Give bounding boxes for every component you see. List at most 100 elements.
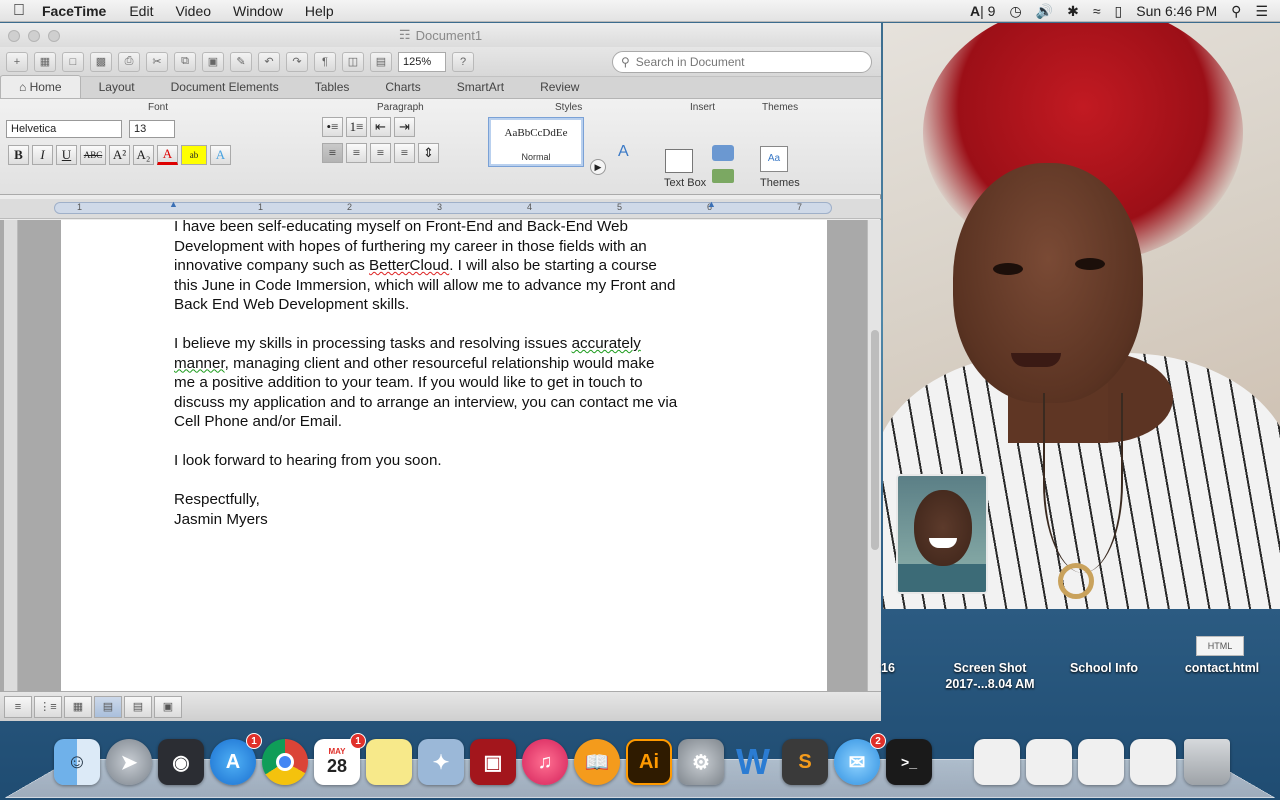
bluetooth-icon[interactable]: ✱ [1067, 3, 1079, 20]
undo-icon[interactable]: ↶ [258, 51, 280, 72]
word-icon[interactable]: W [730, 739, 776, 785]
themes-label[interactable]: Themes [760, 177, 800, 189]
horizontal-ruler[interactable]: 1 1 2 3 4 5 6 7 ▲ ▲ [54, 199, 832, 214]
superscript-icon[interactable]: A² [109, 145, 130, 165]
text-box-label[interactable]: Text Box [664, 177, 706, 189]
format-painter-icon[interactable]: ✎ [230, 51, 252, 72]
recent-window-icon[interactable] [1130, 739, 1176, 785]
style-normal[interactable]: AaBbCcDdEe Normal [488, 117, 584, 167]
align-center-icon[interactable]: ≡ [346, 143, 367, 163]
desktop-icon-contact-html[interactable]: contact.html [1172, 660, 1272, 676]
itunes-icon[interactable]: ♫ [522, 739, 568, 785]
misspelled-word[interactable]: BetterCloud [369, 257, 449, 274]
full-screen-view-icon[interactable]: ▣ [154, 695, 182, 718]
notebook-view-icon[interactable]: ▤ [124, 695, 152, 718]
picture-icon[interactable] [712, 169, 734, 183]
increase-indent-icon[interactable]: ⇥ [394, 117, 415, 137]
self-view-pip[interactable] [896, 474, 988, 594]
pdf-document-icon[interactable] [974, 739, 1020, 785]
save-icon[interactable]: ▩ [90, 51, 112, 72]
numbering-icon[interactable]: 1≡ [346, 117, 367, 137]
sublime-text-icon[interactable]: S [782, 739, 828, 785]
app-store-icon[interactable]: A1 [210, 733, 262, 785]
menu-help[interactable]: Help [294, 3, 345, 19]
highlight-icon[interactable]: ab [181, 145, 207, 165]
copy-icon[interactable]: ⧉ [174, 51, 196, 72]
tab-charts[interactable]: Charts [367, 76, 438, 98]
help-icon[interactable]: ? [452, 51, 474, 72]
wifi-icon[interactable]: ≈ [1093, 3, 1101, 19]
italic-button[interactable]: I [32, 145, 53, 165]
stickies-icon[interactable] [366, 739, 412, 785]
calendar-icon[interactable]: MAY 28 1 [314, 733, 366, 785]
photo-booth-icon[interactable]: ◉ [158, 739, 204, 785]
font-color-icon[interactable]: A [157, 145, 178, 165]
terminal-icon[interactable]: >_ [886, 739, 932, 785]
subscript-icon[interactable]: A₂ [133, 145, 154, 165]
font-name-select[interactable]: Helvetica [6, 120, 122, 138]
font-size-select[interactable]: 13 [129, 120, 175, 138]
system-preferences-icon[interactable]: ⚙ [678, 739, 724, 785]
desktop-icon-label[interactable]: 16 [878, 660, 898, 676]
messages-icon[interactable]: ✉ 2 [834, 733, 886, 785]
tab-smartart[interactable]: SmartArt [439, 76, 522, 98]
templates-icon[interactable]: ▦ [34, 51, 56, 72]
volume-icon[interactable]: 🔊 [1036, 3, 1053, 20]
text-effects-icon[interactable]: A [210, 145, 231, 165]
shapes-icon[interactable] [712, 145, 734, 161]
outline-view-icon[interactable]: ⋮≡ [34, 695, 62, 718]
menu-app-name[interactable]: FaceTime [38, 3, 118, 19]
bold-button[interactable]: B [8, 145, 29, 165]
time-machine-icon[interactable]: ◷ [1009, 3, 1021, 20]
align-right-icon[interactable]: ≡ [370, 143, 391, 163]
gallery-icon[interactable]: ▤ [370, 51, 392, 72]
sidebar-icon[interactable]: ◫ [342, 51, 364, 72]
spotlight-icon[interactable]: ⚲ [1231, 3, 1241, 20]
apple-icon[interactable]:  [0, 2, 38, 20]
scroll-thumb[interactable] [871, 330, 879, 550]
chrome-icon[interactable] [262, 739, 308, 785]
close-button[interactable] [8, 30, 20, 42]
styles-next-icon[interactable]: ▶ [590, 159, 606, 175]
html-file-icon[interactable]: HTML [1196, 636, 1244, 656]
zoom-select[interactable]: 125% [398, 51, 446, 72]
print-layout-view-icon[interactable]: ▤ [94, 695, 122, 718]
menu-video[interactable]: Video [164, 3, 222, 19]
bullets-icon[interactable]: •≡ [322, 117, 343, 137]
tab-document-elements[interactable]: Document Elements [153, 76, 297, 98]
vertical-scrollbar[interactable] [867, 220, 881, 713]
justify-icon[interactable]: ≡ [394, 143, 415, 163]
draft-view-icon[interactable]: ≡ [4, 695, 32, 718]
open-icon[interactable]: □ [62, 51, 84, 72]
publishing-view-icon[interactable]: ▦ [64, 695, 92, 718]
line-spacing-icon[interactable]: ⇕ [418, 143, 439, 163]
align-left-icon[interactable]: ≡ [322, 143, 343, 163]
text-styles-icon[interactable]: A [618, 143, 629, 161]
right-indent-marker-icon[interactable]: ▲ [707, 199, 716, 209]
print-icon[interactable]: ⎙ [118, 51, 140, 72]
show-formatting-icon[interactable]: ¶ [314, 51, 336, 72]
document-body[interactable]: I have been self-educating myself on Fro… [174, 220, 734, 529]
trash-icon[interactable] [1184, 739, 1230, 785]
minimize-button[interactable] [28, 30, 40, 42]
search-input[interactable]: ⚲ Search in Document [612, 51, 872, 73]
underline-button[interactable]: U [56, 145, 77, 165]
desktop-icon-school-info[interactable]: School Info [1058, 660, 1150, 676]
menu-edit[interactable]: Edit [118, 3, 164, 19]
zoom-button[interactable] [48, 30, 60, 42]
preview-icon[interactable]: ✦ [418, 739, 464, 785]
illustrator-icon[interactable]: Ai [626, 739, 672, 785]
strikethrough-button[interactable]: ABC [80, 145, 106, 165]
recent-window-icon[interactable] [1026, 739, 1072, 785]
tab-review[interactable]: Review [522, 76, 597, 98]
decrease-indent-icon[interactable]: ⇤ [370, 117, 391, 137]
desktop-icon-screenshot[interactable]: Screen Shot 2017-...8.04 AM [930, 660, 1050, 692]
battery-icon[interactable]: ▯ [1115, 3, 1123, 20]
cut-icon[interactable]: ✂ [146, 51, 168, 72]
photo-slideshow-icon[interactable]: ▣ [470, 739, 516, 785]
text-box-icon[interactable] [665, 149, 693, 173]
menu-window[interactable]: Window [222, 3, 294, 19]
redo-icon[interactable]: ↷ [286, 51, 308, 72]
grammar-flagged-word[interactable]: accurately [572, 335, 641, 352]
finder-icon[interactable]: ☺ [54, 739, 100, 785]
